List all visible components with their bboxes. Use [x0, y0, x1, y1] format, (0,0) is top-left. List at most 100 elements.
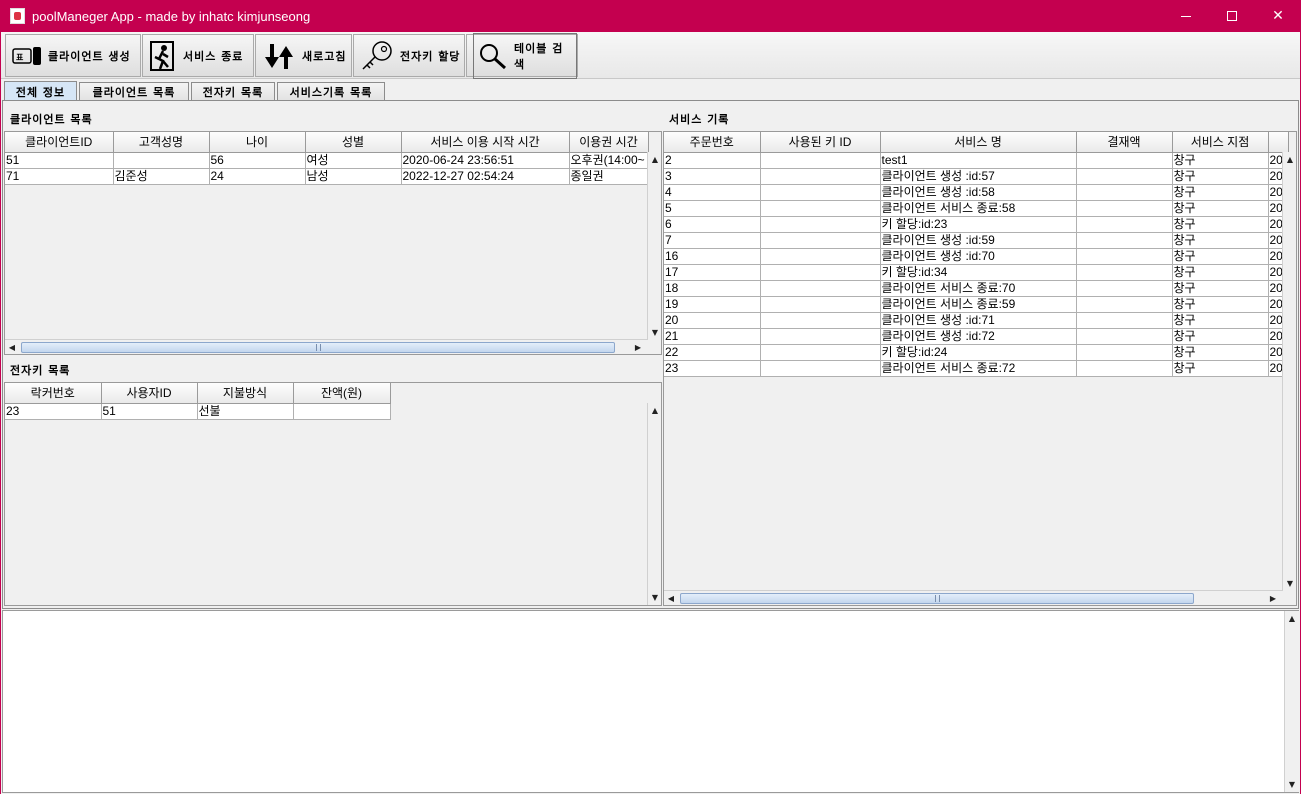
- service-cell[interactable]: 23: [664, 360, 761, 377]
- client-cell[interactable]: 김준성: [113, 168, 210, 185]
- service-cell[interactable]: 3: [664, 168, 761, 185]
- service-cell[interactable]: 창구: [1172, 200, 1269, 217]
- service-table-row[interactable]: 20 클라이언트 생성 :id:71 창구 20: [664, 312, 1289, 329]
- key-column-header[interactable]: 락커번호: [5, 383, 102, 404]
- service-table-row[interactable]: 5 클라이언트 서비스 종료:58 창구 20: [664, 200, 1289, 217]
- client-cell[interactable]: 여성: [305, 152, 402, 169]
- service-cell[interactable]: 창구: [1172, 360, 1269, 377]
- client-table-row[interactable]: 51 56 여성 2020-06-24 23:56:51 오후권(14:00~: [5, 152, 649, 169]
- key-cell[interactable]: 선불: [197, 403, 294, 420]
- search-table-button[interactable]: 테이블 검색: [466, 32, 578, 79]
- service-cell[interactable]: [1076, 312, 1173, 329]
- service-cell[interactable]: 22: [664, 344, 761, 361]
- service-table-row[interactable]: 7 클라이언트 생성 :id:59 창구 20: [664, 232, 1289, 249]
- key-column-header[interactable]: 잔액(원): [293, 383, 391, 404]
- minimize-button[interactable]: [1163, 0, 1209, 32]
- client-cell[interactable]: 2020-06-24 23:56:51: [401, 152, 570, 169]
- client-cell[interactable]: 71: [5, 168, 114, 185]
- service-table-row[interactable]: 18 클라이언트 서비스 종료:70 창구 20: [664, 280, 1289, 297]
- service-cell[interactable]: [760, 296, 881, 313]
- service-cell[interactable]: [1076, 280, 1173, 297]
- service-cell[interactable]: 창구: [1172, 184, 1269, 201]
- maximize-button[interactable]: [1209, 0, 1255, 32]
- tab-key-list[interactable]: 전자키 목록: [191, 82, 275, 101]
- key-table-vscrollbar[interactable]: ▲ ▼: [647, 403, 661, 605]
- service-cell[interactable]: 19: [664, 296, 761, 313]
- service-cell[interactable]: 16: [664, 248, 761, 265]
- scroll-right-icon[interactable]: ▶: [1266, 591, 1280, 605]
- service-cell[interactable]: 창구: [1172, 216, 1269, 233]
- service-column-header[interactable]: 주문번호: [664, 132, 761, 153]
- service-cell[interactable]: 창구: [1172, 296, 1269, 313]
- service-table-vscrollbar[interactable]: ▲ ▼: [1282, 152, 1296, 591]
- end-service-button[interactable]: 서비스 종료: [142, 34, 254, 77]
- service-cell[interactable]: [760, 312, 881, 329]
- scroll-up-icon[interactable]: ▲: [648, 152, 661, 166]
- service-cell[interactable]: [1076, 200, 1173, 217]
- scroll-left-icon[interactable]: ◀: [664, 591, 678, 605]
- scroll-up-icon[interactable]: ▲: [1283, 152, 1296, 166]
- service-cell[interactable]: [760, 216, 881, 233]
- scroll-up-icon[interactable]: ▲: [1285, 611, 1299, 625]
- service-cell[interactable]: 창구: [1172, 232, 1269, 249]
- service-table-row[interactable]: 4 클라이언트 생성 :id:58 창구 20: [664, 184, 1289, 201]
- service-table-hscrollbar[interactable]: ◀ ▶: [664, 590, 1282, 605]
- service-cell[interactable]: [760, 264, 881, 281]
- service-cell[interactable]: [760, 328, 881, 345]
- service-cell[interactable]: [1076, 328, 1173, 345]
- service-table-row[interactable]: 6키 할당:id:23 창구 20: [664, 216, 1289, 233]
- client-cell[interactable]: 51: [5, 152, 114, 169]
- service-cell[interactable]: [760, 360, 881, 377]
- service-hscroll-thumb[interactable]: [680, 593, 1194, 604]
- client-column-header[interactable]: 나이: [209, 132, 306, 153]
- service-table-row[interactable]: 21 클라이언트 생성 :id:72 창구 20: [664, 328, 1289, 345]
- service-cell[interactable]: 키 할당:id:34: [880, 264, 1077, 281]
- key-cell[interactable]: 51: [101, 403, 198, 420]
- service-cell[interactable]: 창구: [1172, 344, 1269, 361]
- service-cell[interactable]: 클라이언트 생성 :id:72: [880, 328, 1077, 345]
- service-cell[interactable]: [760, 280, 881, 297]
- service-table-row[interactable]: 22 키 할당:id:24 창구 20: [664, 344, 1289, 361]
- create-client-button[interactable]: 표 클라이언트 생성: [5, 34, 141, 77]
- service-cell[interactable]: 18: [664, 280, 761, 297]
- service-cell[interactable]: 클라이언트 생성 :id:71: [880, 312, 1077, 329]
- service-cell[interactable]: 2: [664, 152, 761, 169]
- service-cell[interactable]: [760, 152, 881, 169]
- client-cell[interactable]: 24: [209, 168, 306, 185]
- service-cell[interactable]: [760, 344, 881, 361]
- service-cell[interactable]: 4: [664, 184, 761, 201]
- service-cell[interactable]: 6: [664, 216, 761, 233]
- client-column-header[interactable]: 이용권 시간: [569, 132, 649, 153]
- key-column-header[interactable]: 사용자ID: [101, 383, 198, 404]
- client-cell[interactable]: 2022-12-27 02:54:24: [401, 168, 570, 185]
- client-column-header[interactable]: 클라이언트ID: [5, 132, 114, 153]
- service-column-header[interactable]: 서비스 지점: [1172, 132, 1269, 153]
- service-cell[interactable]: 창구: [1172, 328, 1269, 345]
- service-cell[interactable]: 7: [664, 232, 761, 249]
- client-cell[interactable]: 56: [209, 152, 306, 169]
- tab-overview[interactable]: 전체 정보: [4, 81, 77, 102]
- service-column-header[interactable]: 서비스 명: [880, 132, 1077, 153]
- service-table-row[interactable]: 3 클라이언트 생성 :id:57 창구 20: [664, 168, 1289, 185]
- service-cell[interactable]: 클라이언트 서비스 종료:70: [880, 280, 1077, 297]
- client-cell[interactable]: [113, 152, 210, 169]
- service-cell[interactable]: 클라이언트 서비스 종료:72: [880, 360, 1077, 377]
- service-cell[interactable]: 키 할당:id:24: [880, 344, 1077, 361]
- service-table-row[interactable]: 16 클라이언트 생성 :id:70 창구 20: [664, 248, 1289, 265]
- service-cell[interactable]: [1076, 264, 1173, 281]
- service-column-header[interactable]: 사용된 키 ID: [760, 132, 881, 153]
- service-table-row[interactable]: 19 클라이언트 서비스 종료:59 창구 20: [664, 296, 1289, 313]
- key-cell[interactable]: 23: [5, 403, 102, 420]
- service-cell[interactable]: [760, 248, 881, 265]
- refresh-button[interactable]: 새로고침: [255, 34, 352, 77]
- client-cell[interactable]: 오후권(14:00~: [569, 152, 649, 169]
- service-cell[interactable]: [1076, 248, 1173, 265]
- service-cell[interactable]: 창구: [1172, 248, 1269, 265]
- client-cell[interactable]: 남성: [305, 168, 402, 185]
- client-table-vscrollbar[interactable]: ▲ ▼: [647, 152, 661, 340]
- client-hscroll-thumb[interactable]: [21, 342, 615, 353]
- client-table-row[interactable]: 71 김준성 24 남성 2022-12-27 02:54:24 종일권: [5, 168, 649, 185]
- service-table-row[interactable]: 23 클라이언트 서비스 종료:72 창구 20: [664, 360, 1289, 377]
- service-table-row[interactable]: 17 키 할당:id:34 창구 20: [664, 264, 1289, 281]
- service-cell[interactable]: [760, 200, 881, 217]
